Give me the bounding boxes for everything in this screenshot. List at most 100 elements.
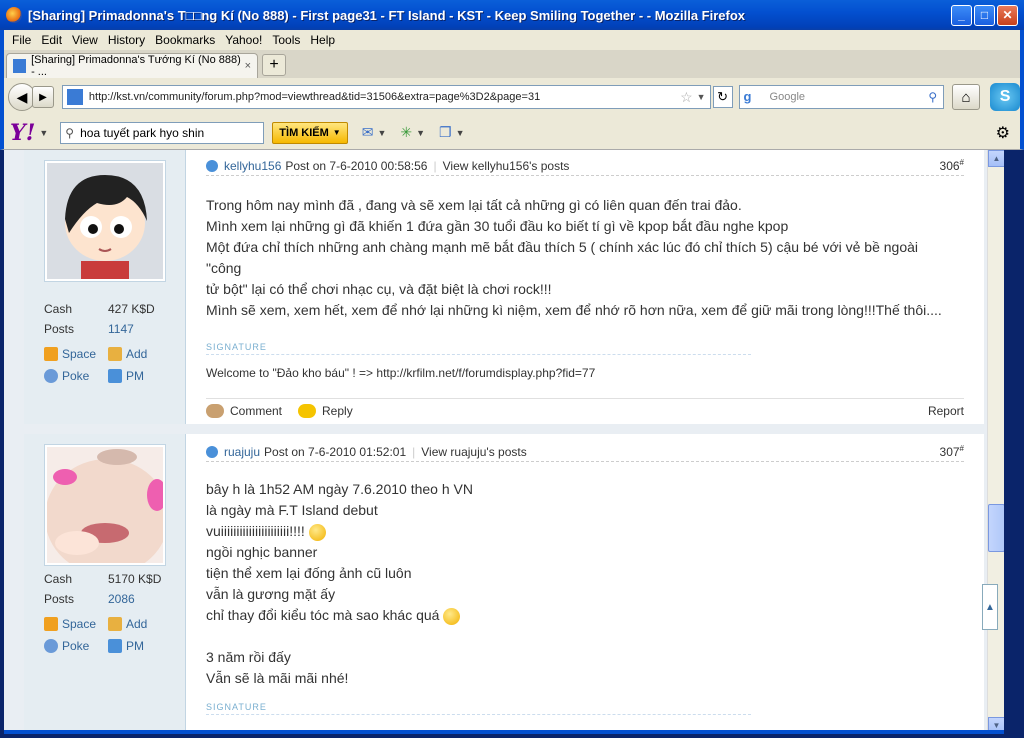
forward-button[interactable]: ▶ <box>31 86 54 108</box>
home-button[interactable]: ⌂ <box>952 84 981 110</box>
search-magnifier-icon[interactable]: ⚲ <box>928 90 937 104</box>
notes-dropdown-icon[interactable]: ▼ <box>456 128 465 138</box>
reload-icon: ↻ <box>717 89 728 104</box>
add-friend-link[interactable]: Add <box>108 347 147 361</box>
url-bar[interactable]: http://kst.vn/community/forum.php?mod=vi… <box>61 85 711 109</box>
menu-file[interactable]: File <box>12 33 31 47</box>
kiss-emoticon-icon <box>308 523 326 541</box>
online-status-icon <box>206 445 218 458</box>
post-line: tử bột" lại có thể chơi nhạc cụ, và đặt … <box>206 281 552 297</box>
menu-edit[interactable]: Edit <box>41 33 62 47</box>
back-to-top-button[interactable]: ▲ <box>982 584 998 630</box>
post-line: 3 năm rồi đấy <box>206 649 291 665</box>
new-tab-button[interactable]: + <box>262 54 286 76</box>
scroll-up-button[interactable]: ▲ <box>988 150 1004 167</box>
posts-count-link[interactable]: 1147 <box>108 322 134 336</box>
menu-bar: File Edit View History Bookmarks Yahoo! … <box>0 30 1024 50</box>
widgets-icon[interactable]: ✳ <box>400 124 412 141</box>
widgets-dropdown-icon[interactable]: ▼ <box>416 128 425 138</box>
avatar[interactable] <box>44 160 166 282</box>
view-posts-link[interactable]: View ruajuju's posts <box>421 445 526 459</box>
post-author-link[interactable]: kellyhu156 <box>224 159 281 173</box>
post-author-link[interactable]: ruajuju <box>224 445 260 459</box>
scroll-thumb[interactable] <box>988 504 1004 552</box>
minimize-button[interactable]: _ <box>951 4 972 26</box>
reply-button[interactable]: Reply <box>298 403 353 418</box>
vertical-scrollbar[interactable]: ▲ ▼ <box>987 150 1004 730</box>
home-icon <box>44 617 58 631</box>
notes-icon[interactable]: ❐ <box>439 124 452 141</box>
yahoo-search-input[interactable]: ⚲ hoa tuyết park hyo shin <box>60 121 265 144</box>
post-floor-number[interactable]: 306# <box>940 158 964 173</box>
tab-label: [Sharing] Primadonna's Tướng Kí (No 888)… <box>31 54 241 78</box>
signature-label: SIGNATURE <box>206 342 751 355</box>
post-floor-number[interactable]: 307# <box>940 444 964 459</box>
post-line-with-emoji: vuiiiiiiiiiiiiiiiiiiiiii!!!! <box>206 521 954 542</box>
maximize-button[interactable]: □ <box>974 4 995 26</box>
yahoo-dropdown-icon[interactable]: ▼ <box>39 128 48 138</box>
grin-emoticon-icon <box>443 607 461 625</box>
scroll-down-button[interactable]: ▼ <box>988 717 1004 730</box>
yahoo-logo[interactable]: Y! <box>10 120 35 146</box>
space-link[interactable]: Space <box>44 347 96 361</box>
signature-text[interactable]: Welcome to "Đảo kho báu" ! => http://krf… <box>206 366 595 380</box>
comment-button[interactable]: Comment <box>206 403 282 418</box>
add-label: Add <box>126 347 148 361</box>
mail-dropdown-icon[interactable]: ▼ <box>377 128 386 138</box>
post-header: kellyhu156 Post on 7-6-2010 00:58:56 | V… <box>206 156 964 176</box>
skype-button[interactable]: S <box>990 83 1020 111</box>
poke-link[interactable]: Poke <box>44 639 89 653</box>
poke-label: Poke <box>62 369 90 383</box>
menu-tools[interactable]: Tools <box>272 33 300 47</box>
yahoo-search-value: hoa tuyết park hyo shin <box>80 125 205 140</box>
gear-icon[interactable]: ⚙ <box>996 123 1010 143</box>
posts-label: Posts <box>44 592 75 606</box>
tab-active[interactable]: [Sharing] Primadonna's Tướng Kí (No 888)… <box>6 53 258 78</box>
menu-help[interactable]: Help <box>310 33 335 47</box>
pm-link[interactable]: PM <box>108 639 144 653</box>
avatar[interactable] <box>44 444 169 575</box>
yahoo-search-button[interactable]: TÌM KIẾM ▼ <box>272 121 348 144</box>
divider: | <box>433 158 437 173</box>
cash-value: 427 K$D <box>108 302 155 316</box>
menu-bookmarks[interactable]: Bookmarks <box>155 33 215 47</box>
posts-stat: Posts 2086 <box>44 592 135 606</box>
window-title: [Sharing] Primadonna's T□□ng Kí (No 888)… <box>28 7 746 23</box>
mail-icon[interactable]: ✉ <box>362 124 374 141</box>
pm-link[interactable]: PM <box>108 369 144 383</box>
poke-icon <box>44 369 58 383</box>
post-line: tiện thể xem lại đống ảnh cũ luôn <box>206 565 412 581</box>
post-line: Một đứa chỉ thích những anh chàng mạnh m… <box>206 239 919 276</box>
post-line-with-emoji: chỉ thay đổi kiểu tóc mà sao khác quá <box>206 605 954 626</box>
site-favicon-icon <box>13 59 27 73</box>
reload-button[interactable]: ↻ <box>712 86 733 108</box>
comment-icon <box>206 403 224 418</box>
view-posts-link[interactable]: View kellyhu156's posts <box>443 159 570 173</box>
cash-label: Cash <box>44 572 73 586</box>
menu-yahoo[interactable]: Yahoo! <box>225 33 262 47</box>
posts-count-link[interactable]: 2086 <box>108 592 135 606</box>
menu-view[interactable]: View <box>72 33 98 47</box>
google-engine-icon[interactable]: g <box>744 89 762 105</box>
space-link[interactable]: Space <box>44 617 96 631</box>
report-link[interactable]: Report <box>928 404 964 418</box>
post-line: Mình xem lại những gì đã khiến 1 đứa gần… <box>206 218 789 234</box>
chevron-down-icon: ▼ <box>332 128 341 137</box>
menu-history[interactable]: History <box>108 33 145 47</box>
cash-stat: Cash 5170 K$D <box>44 572 161 586</box>
post-307: Cash 5170 K$D Posts 2086 Space Add Poke … <box>24 434 984 730</box>
search-placeholder: Google <box>769 91 806 103</box>
handshake-icon <box>108 347 122 361</box>
online-status-icon <box>206 159 218 172</box>
envelope-icon <box>108 369 122 383</box>
tab-close-icon[interactable]: × <box>245 60 251 72</box>
add-friend-link[interactable]: Add <box>108 617 147 631</box>
navigation-toolbar: ◀ ▶ http://kst.vn/community/forum.php?mo… <box>0 78 1024 116</box>
url-dropdown-icon[interactable]: ▼ <box>697 92 706 102</box>
bookmark-star-icon[interactable]: ☆ <box>680 89 693 106</box>
close-button[interactable]: ✕ <box>997 4 1018 26</box>
post-line: ngồi nghịc banner <box>206 544 318 560</box>
post-306: Cash 427 K$D Posts 1147 Space Add Poke P… <box>24 150 984 424</box>
poke-link[interactable]: Poke <box>44 369 89 383</box>
search-bar[interactable]: g Google ⚲ <box>738 85 945 109</box>
